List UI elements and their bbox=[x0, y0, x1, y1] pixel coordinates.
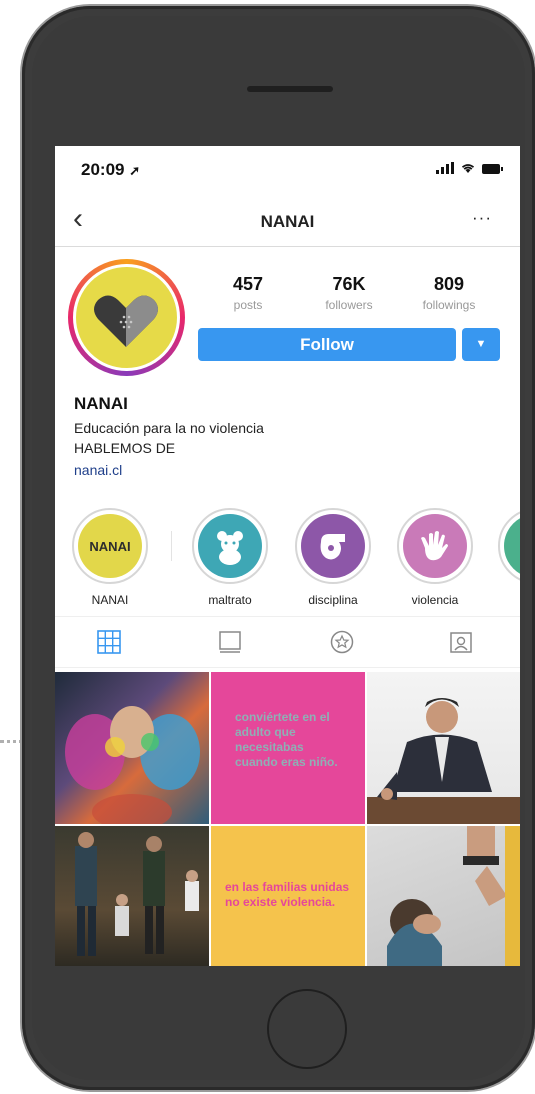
post-quote-pink[interactable]: conviértete en el adulto que necesitabas… bbox=[211, 672, 365, 824]
instagram-profile-screen: 20:09 ➚ ‹ NANAI ··· 457 posts 76K follow… bbox=[55, 146, 520, 966]
highlight-nanai[interactable]: NANAI NANAI bbox=[72, 508, 148, 607]
tagged-icon[interactable] bbox=[449, 630, 473, 659]
status-time: 20:09 ➚ bbox=[81, 160, 141, 179]
post-quote-text: en las familias unidas no existe violenc… bbox=[225, 880, 350, 909]
more-options-icon[interactable]: ··· bbox=[472, 208, 492, 228]
post-colorful-hands-image[interactable] bbox=[55, 672, 209, 824]
profile-avatar[interactable] bbox=[68, 259, 185, 376]
location-arrow-icon: ➚ bbox=[129, 163, 141, 178]
post-quote-text: conviértete en el adulto que necesitabas… bbox=[235, 710, 338, 769]
home-button[interactable] bbox=[267, 989, 347, 1069]
highlight-violencia[interactable]: violencia bbox=[397, 508, 473, 607]
status-icons bbox=[436, 162, 503, 174]
highlight-label: violencia bbox=[411, 593, 459, 607]
bio-line-1: Educación para la no violencia bbox=[74, 420, 264, 436]
feed-icon[interactable] bbox=[218, 630, 242, 659]
star-icon[interactable] bbox=[330, 630, 354, 659]
heart-bandage-logo bbox=[94, 295, 158, 347]
profile-tabs bbox=[55, 616, 520, 668]
profile-nav-bar: ‹ NANAI ··· bbox=[55, 196, 520, 247]
highlight-label: disciplina bbox=[308, 593, 358, 607]
stat-followers[interactable]: 76K followers bbox=[309, 274, 389, 312]
post-fear-image[interactable] bbox=[367, 826, 520, 966]
post-family-walking-image[interactable] bbox=[55, 826, 209, 966]
chevron-down-icon: ▼ bbox=[475, 338, 487, 350]
signal-icon bbox=[436, 162, 454, 174]
nav-title: NANAI bbox=[260, 212, 315, 231]
profile-link[interactable]: nanai.cl bbox=[74, 462, 122, 478]
post-quote-yellow[interactable]: en las familias unidas no existe violenc… bbox=[211, 826, 365, 966]
whistle-icon bbox=[301, 514, 365, 578]
grid-icon[interactable] bbox=[97, 630, 121, 659]
followings-count: 809 bbox=[433, 274, 465, 294]
highlight-label: maltrato bbox=[208, 593, 252, 607]
followers-label: followers bbox=[325, 298, 373, 312]
suggestions-dropdown-button[interactable]: ▼ bbox=[462, 328, 500, 361]
stat-followings[interactable]: 809 followings bbox=[409, 274, 489, 312]
bio-line-2: HABLEMOS DE bbox=[74, 440, 176, 456]
highlight-maltrato[interactable]: maltrato bbox=[192, 508, 268, 607]
followers-count: 76K bbox=[332, 274, 366, 294]
follow-button[interactable]: Follow bbox=[198, 328, 456, 361]
phone-speaker bbox=[247, 86, 333, 92]
teddy-bear-icon bbox=[198, 514, 262, 578]
followings-label: followings bbox=[422, 298, 476, 312]
profile-bio: Educación para la no violencia HABLEMOS … bbox=[74, 418, 264, 458]
wifi-icon bbox=[461, 164, 475, 173]
posts-label: posts bbox=[233, 298, 263, 312]
avatar-image bbox=[73, 264, 180, 371]
status-bar: 20:09 ➚ bbox=[55, 146, 520, 191]
highlight-disciplina[interactable]: disciplina bbox=[295, 508, 371, 607]
nanai-text-icon: NANAI bbox=[78, 514, 142, 578]
partial-highlight-icon bbox=[504, 514, 520, 578]
post-angry-man-image[interactable] bbox=[367, 672, 520, 824]
profile-name: NANAI bbox=[74, 394, 128, 413]
stat-posts[interactable]: 457 posts bbox=[208, 274, 288, 312]
posts-count: 457 bbox=[232, 274, 264, 294]
highlight-label: NANAI bbox=[91, 593, 129, 607]
posts-grid: conviértete en el adulto que necesitabas… bbox=[55, 672, 520, 966]
highlight-partial[interactable] bbox=[498, 508, 520, 584]
battery-icon bbox=[482, 164, 503, 174]
highlight-divider bbox=[171, 531, 172, 561]
hand-icon bbox=[403, 514, 467, 578]
